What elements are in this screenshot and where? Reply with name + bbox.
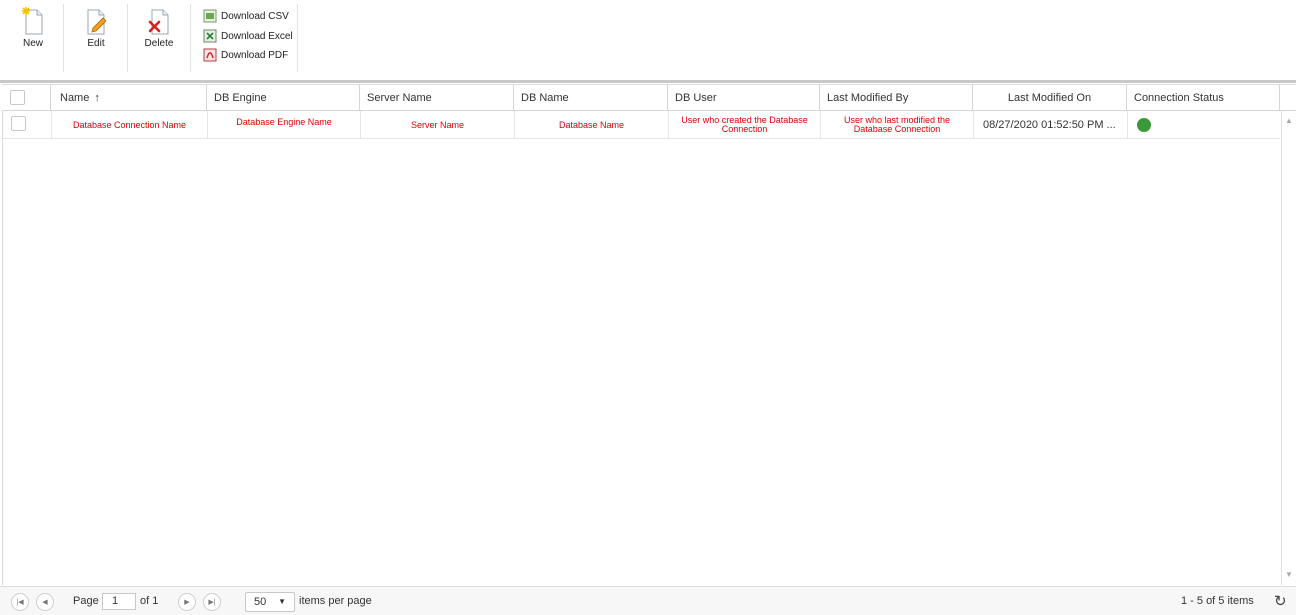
select-all-checkbox[interactable] [10,90,25,105]
cell-last-modified-on: 08/27/2020 01:52:50 PM ... [973,111,1127,139]
download-excel-button[interactable]: Download Excel [203,27,293,45]
scroll-up-icon[interactable]: ▲ [1285,116,1293,125]
refresh-icon[interactable]: ↻ [1274,592,1287,610]
cell-connection-status [1127,111,1280,139]
row-select-cell [3,111,51,139]
column-header-db-user[interactable]: DB User [667,85,819,111]
cell-last-modified-by: User who last modified the Database Conn… [820,111,973,139]
toolbar-divider [190,4,191,72]
table-row[interactable]: Database Connection Name Database Engine… [3,111,1280,139]
excel-file-icon [203,29,217,43]
scroll-down-icon[interactable]: ▼ [1285,570,1293,579]
download-pdf-button[interactable]: Download PDF [203,46,288,64]
header-select-all-cell [2,85,50,111]
column-header-db-engine[interactable]: DB Engine [206,85,359,111]
column-header-last-modified-by[interactable]: Last Modified By [819,85,972,111]
delete-label: Delete [144,38,174,49]
last-page-icon[interactable]: ▶| [203,593,221,611]
pager-summary: 1 - 5 of 5 items [1181,595,1254,607]
cell-db-name: Database Name [514,111,668,139]
column-header-name[interactable]: Name ↑ [50,85,206,111]
column-name-label: Name [60,92,90,104]
pdf-file-icon [203,48,217,62]
download-excel-label: Download Excel [221,30,293,42]
column-header-last-modified-on[interactable]: Last Modified On [972,85,1126,111]
toolbar-border [0,80,1296,83]
connection-status-indicator-icon [1137,118,1151,132]
new-label: New [22,38,43,49]
edit-label: Edit [87,38,105,49]
download-csv-label: Download CSV [221,10,289,22]
delete-document-icon [148,9,169,35]
edit-document-icon [87,9,107,35]
toolbar-divider [127,4,128,72]
pager: |◀ ◀ Page 1 of 1 ▶ ▶| 50 ▼ items per pag… [0,586,1296,615]
edit-button[interactable]: Edit [66,6,126,70]
toolbar-divider [63,4,64,72]
next-page-icon[interactable]: ▶ [178,593,196,611]
vertical-scrollbar[interactable]: ▲ ▼ [1281,111,1296,585]
page-size-select[interactable]: 50 ▼ [245,592,295,612]
column-header-server-name[interactable]: Server Name [359,85,513,111]
page-number-input[interactable]: 1 [102,593,136,610]
toolbar: New Edit Delete Download CSV Download Ex… [0,0,1296,80]
chevron-down-icon: ▼ [278,597,286,606]
row-checkbox[interactable] [11,116,26,131]
new-button[interactable]: New [3,6,63,70]
cell-db-user: User who created the Database Connection [668,111,820,139]
page-label: Page [73,595,99,607]
page-size-value: 50 [254,596,267,608]
column-header-connection-status[interactable]: Connection Status [1126,85,1279,111]
download-csv-button[interactable]: Download CSV [203,7,289,25]
toolbar-divider [297,4,298,72]
grid-header: Name ↑ DB Engine Server Name DB Name DB U… [2,84,1296,111]
download-pdf-label: Download PDF [221,49,289,61]
first-page-icon[interactable]: |◀ [11,593,29,611]
cell-server-name: Server Name [360,111,514,139]
grid-body: Database Connection Name Database Engine… [2,111,1296,585]
page-count-label: of 1 [140,595,159,607]
previous-page-icon[interactable]: ◀ [36,593,54,611]
sort-ascending-icon: ↑ [94,92,100,104]
items-per-page-label: items per page [299,595,372,607]
column-header-db-name[interactable]: DB Name [513,85,667,111]
cell-name: Database Connection Name [51,111,207,139]
cell-db-engine: Database Engine Name [207,111,360,139]
new-document-icon [22,7,43,35]
header-scroll-spacer [1279,85,1296,111]
csv-file-icon [203,9,217,23]
delete-button[interactable]: Delete [129,6,189,70]
